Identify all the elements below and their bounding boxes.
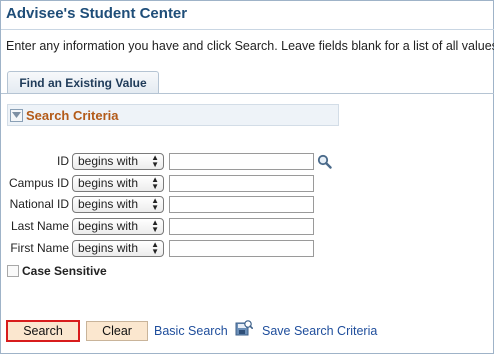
- save-search-icon[interactable]: [235, 319, 254, 342]
- up-down-arrows-icon: ▲ ▼: [151, 218, 159, 234]
- tab-divider: [1, 93, 494, 94]
- field-label-last-name: Last Name: [10, 219, 69, 233]
- last-name-input[interactable]: [169, 217, 314, 235]
- field-row-campus-id: Campus ID begins with ▲ ▼: [1, 173, 314, 193]
- operator-value: begins with: [78, 154, 139, 168]
- tab-find-existing-value[interactable]: Find an Existing Value: [7, 71, 159, 94]
- field-row-id: ID begins with ▲ ▼: [1, 151, 332, 171]
- operator-select-national-id[interactable]: begins with ▲ ▼: [72, 195, 164, 213]
- instructions-text: Enter any information you have and click…: [6, 39, 494, 53]
- field-row-last-name: Last Name begins with ▲ ▼: [1, 216, 314, 236]
- basic-search-link[interactable]: Basic Search: [154, 324, 228, 338]
- field-label-first-name: First Name: [10, 241, 69, 255]
- operator-select-last-name[interactable]: begins with ▲ ▼: [72, 217, 164, 235]
- magnifier-icon[interactable]: [317, 154, 332, 169]
- operator-value: begins with: [78, 176, 139, 190]
- case-sensitive-row: Case Sensitive: [7, 264, 107, 278]
- field-label-campus-id: Campus ID: [8, 176, 69, 190]
- title-divider: [1, 29, 494, 30]
- save-search-criteria-link[interactable]: Save Search Criteria: [262, 324, 377, 338]
- up-down-arrows-icon: ▲ ▼: [151, 196, 159, 212]
- operator-select-first-name[interactable]: begins with ▲ ▼: [72, 239, 164, 257]
- field-label-national-id: National ID: [9, 197, 69, 211]
- clear-button[interactable]: Clear: [86, 321, 148, 341]
- case-sensitive-checkbox[interactable]: [7, 265, 19, 277]
- operator-value: begins with: [78, 241, 139, 255]
- field-row-first-name: First Name begins with ▲ ▼: [1, 238, 314, 258]
- id-input[interactable]: [169, 152, 314, 170]
- operator-select-id[interactable]: begins with ▲ ▼: [72, 152, 164, 170]
- operator-select-campus-id[interactable]: begins with ▲ ▼: [72, 174, 164, 192]
- first-name-input[interactable]: [169, 239, 314, 257]
- up-down-arrows-icon: ▲ ▼: [151, 175, 159, 191]
- field-row-national-id: National ID begins with ▲ ▼: [1, 194, 314, 214]
- section-title: Search Criteria: [26, 107, 119, 123]
- operator-value: begins with: [78, 219, 139, 233]
- up-down-arrows-icon: ▲ ▼: [151, 153, 159, 169]
- operator-value: begins with: [78, 197, 139, 211]
- field-label-id: ID: [57, 154, 69, 168]
- page-title: Advisee's Student Center: [6, 5, 188, 22]
- up-down-arrows-icon: ▲ ▼: [151, 240, 159, 256]
- national-id-input[interactable]: [169, 195, 314, 213]
- search-button[interactable]: Search: [6, 320, 80, 342]
- collapse-triangle-icon[interactable]: [10, 108, 23, 122]
- campus-id-input[interactable]: [169, 174, 314, 192]
- search-criteria-section-header[interactable]: Search Criteria: [7, 104, 339, 126]
- case-sensitive-label: Case Sensitive: [22, 264, 107, 278]
